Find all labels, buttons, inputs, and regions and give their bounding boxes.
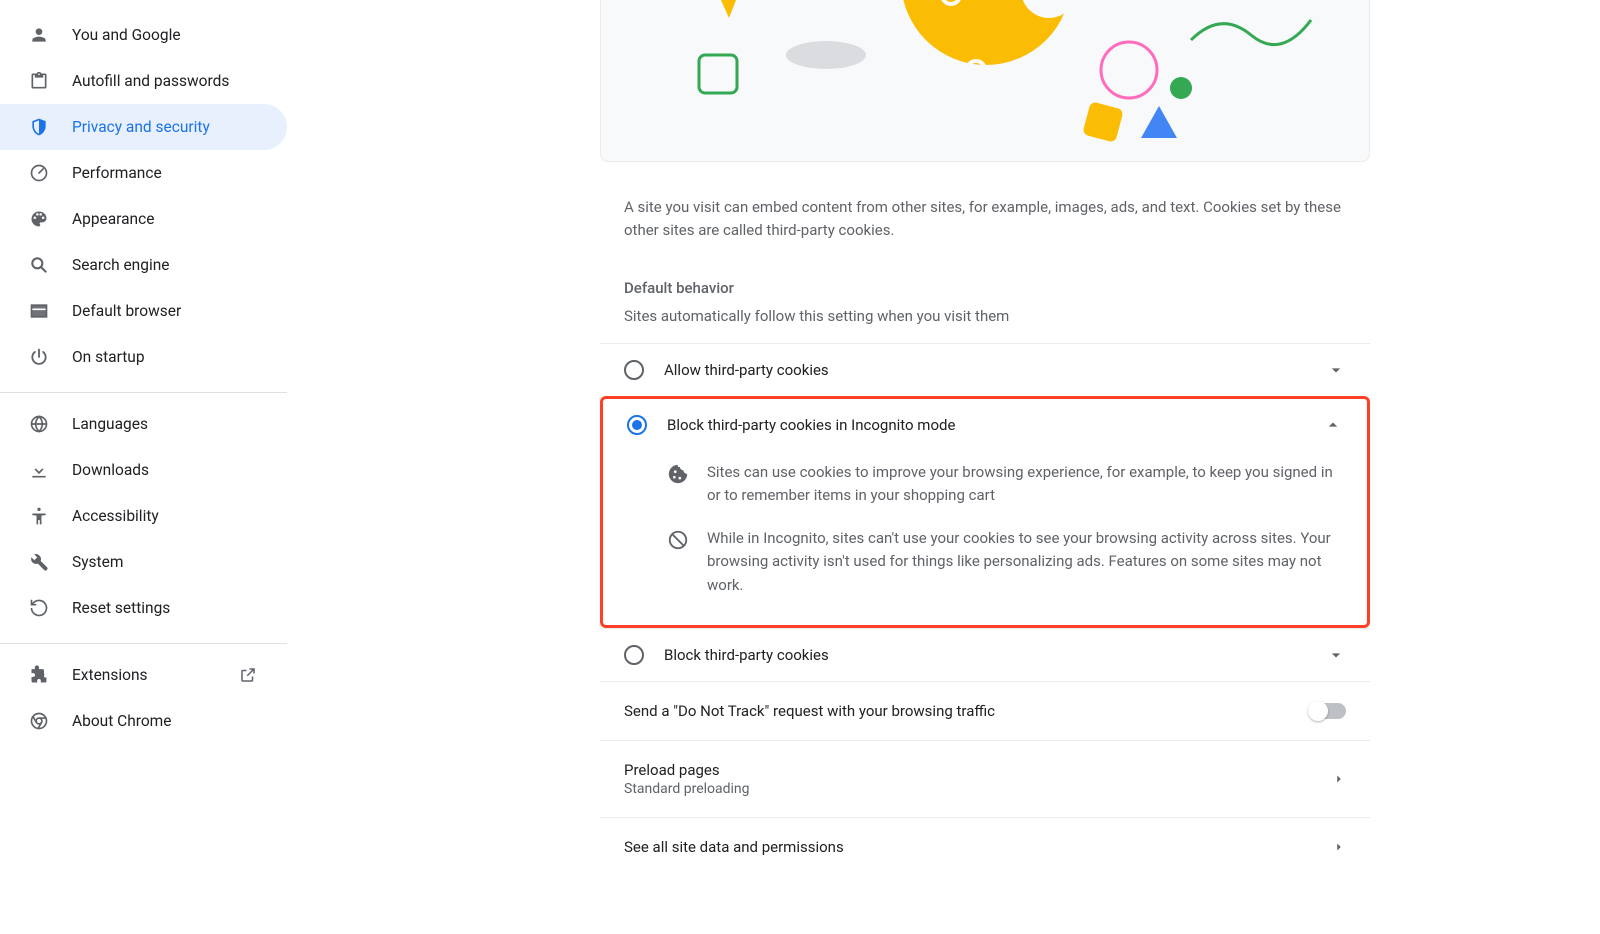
option-label: Allow third-party cookies (664, 361, 1326, 379)
chevron-right-icon[interactable] (1332, 840, 1346, 854)
intro-text: A site you visit can embed content from … (600, 162, 1370, 243)
search-icon (28, 254, 50, 276)
sidebar-item-label: Search engine (72, 256, 287, 274)
sidebar-item-label: Languages (72, 415, 287, 433)
detail-text: Sites can use cookies to improve your br… (707, 461, 1343, 508)
sidebar-item-extensions[interactable]: Extensions (0, 652, 287, 698)
sidebar-item-label: Downloads (72, 461, 287, 479)
option-allow-third-party[interactable]: Allow third-party cookies (600, 343, 1370, 396)
wrench-icon (28, 551, 50, 573)
sidebar-item-label: Default browser (72, 302, 287, 320)
sidebar-item-label: Appearance (72, 210, 287, 228)
option-label: Block third-party cookies in Incognito m… (667, 416, 1323, 434)
sidebar-item-you-and-google[interactable]: You and Google (0, 12, 287, 58)
sidebar-item-label: You and Google (72, 26, 287, 44)
chrome-icon (28, 710, 50, 732)
sidebar-item-label: Accessibility (72, 507, 287, 525)
power-icon (28, 346, 50, 368)
sidebar-item-default-browser[interactable]: Default browser (0, 288, 287, 334)
sidebar-item-reset-settings[interactable]: Reset settings (0, 585, 287, 631)
detail-cookies-improve: Sites can use cookies to improve your br… (667, 451, 1343, 518)
sidebar-item-label: System (72, 553, 287, 571)
toggle-off[interactable] (1310, 703, 1346, 719)
settings-sidebar: You and Google Autofill and passwords Pr… (0, 0, 295, 934)
radio-unchecked-icon[interactable] (624, 360, 644, 380)
external-link-icon (239, 666, 257, 684)
hero-illustration (600, 0, 1370, 162)
palette-icon (28, 208, 50, 230)
setting-label: See all site data and permissions (624, 838, 1332, 856)
sidebar-item-label: Autofill and passwords (72, 72, 287, 90)
settings-content: A site you visit can embed content from … (600, 0, 1370, 876)
sidebar-item-label: Performance (72, 164, 287, 182)
default-behavior-heading: Default behavior (600, 243, 1370, 303)
sidebar-item-label: Privacy and security (72, 118, 287, 136)
shield-icon (28, 116, 50, 138)
sidebar-item-about-chrome[interactable]: About Chrome (0, 698, 287, 744)
sidebar-item-search-engine[interactable]: Search engine (0, 242, 287, 288)
sidebar-item-on-startup[interactable]: On startup (0, 334, 287, 380)
sidebar-item-languages[interactable]: Languages (0, 401, 287, 447)
option-block-incognito[interactable]: Block third-party cookies in Incognito m… (603, 399, 1367, 451)
radio-unchecked-icon[interactable] (624, 645, 644, 665)
speedometer-icon (28, 162, 50, 184)
clipboard-icon (28, 70, 50, 92)
reset-icon (28, 597, 50, 619)
option-label: Block third-party cookies (664, 646, 1326, 664)
sidebar-item-accessibility[interactable]: Accessibility (0, 493, 287, 539)
sidebar-item-system[interactable]: System (0, 539, 287, 585)
sidebar-item-privacy-security[interactable]: Privacy and security (0, 104, 287, 150)
sidebar-item-performance[interactable]: Performance (0, 150, 287, 196)
globe-icon (28, 413, 50, 435)
default-behavior-subtext: Sites automatically follow this setting … (600, 303, 1370, 343)
sidebar-item-appearance[interactable]: Appearance (0, 196, 287, 242)
sidebar-item-label: Reset settings (72, 599, 287, 617)
accessibility-icon (28, 505, 50, 527)
block-icon (667, 529, 691, 553)
sidebar-item-autofill[interactable]: Autofill and passwords (0, 58, 287, 104)
cookie-icon (667, 463, 691, 487)
sidebar-item-label: Extensions (72, 666, 239, 684)
detail-text: While in Incognito, sites can't use your… (707, 527, 1343, 597)
option-block-all[interactable]: Block third-party cookies (600, 628, 1370, 681)
sidebar-item-label: On startup (72, 348, 287, 366)
detail-incognito-block: While in Incognito, sites can't use your… (667, 517, 1343, 607)
setting-see-all-site-data[interactable]: See all site data and permissions (600, 817, 1370, 876)
setting-preload-pages[interactable]: Preload pages Standard preloading (600, 740, 1370, 817)
setting-label: Send a "Do Not Track" request with your … (624, 702, 1310, 720)
extension-icon (28, 664, 50, 686)
person-icon (28, 24, 50, 46)
setting-sublabel: Standard preloading (624, 781, 1332, 797)
highlighted-option-box: Block third-party cookies in Incognito m… (600, 396, 1370, 628)
sidebar-item-downloads[interactable]: Downloads (0, 447, 287, 493)
setting-label: Preload pages (624, 761, 1332, 779)
browser-icon (28, 300, 50, 322)
setting-do-not-track[interactable]: Send a "Do Not Track" request with your … (600, 681, 1370, 740)
chevron-right-icon[interactable] (1332, 772, 1346, 786)
chevron-down-icon[interactable] (1326, 645, 1346, 665)
download-icon (28, 459, 50, 481)
chevron-up-icon[interactable] (1323, 415, 1343, 435)
chevron-down-icon[interactable] (1326, 360, 1346, 380)
radio-checked-icon[interactable] (627, 415, 647, 435)
sidebar-item-label: About Chrome (72, 712, 287, 730)
